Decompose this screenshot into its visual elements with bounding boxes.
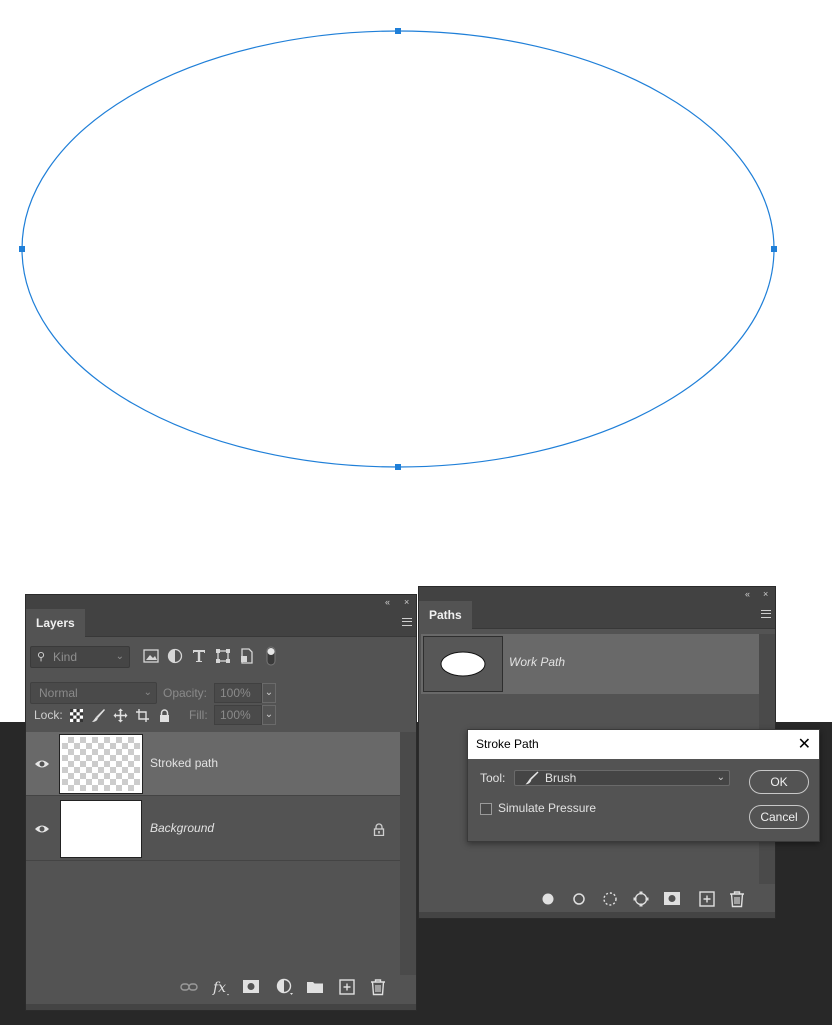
close-icon[interactable]: ✕ xyxy=(798,730,811,759)
lock-all-icon[interactable] xyxy=(157,708,172,723)
layer-filter-row: ⚲ Kind ⌄ xyxy=(26,638,416,674)
collapse-icon[interactable]: « xyxy=(745,588,750,600)
panel-resize-grip[interactable] xyxy=(419,912,775,918)
opacity-label: Opacity: xyxy=(163,686,208,700)
lock-position-icon[interactable] xyxy=(113,708,128,723)
layers-footer: fx xyxy=(176,978,396,998)
filter-toggle-icon[interactable] xyxy=(266,646,276,666)
collapse-icon[interactable]: « xyxy=(385,596,390,608)
tool-select[interactable]: Brush ⌄ xyxy=(514,770,730,786)
panel-menu-icon[interactable] xyxy=(402,618,412,626)
opacity-input[interactable]: 100% xyxy=(214,683,262,703)
chevron-down-icon: ⌄ xyxy=(143,687,152,698)
dialog-title: Stroke Path xyxy=(476,737,539,751)
layer-lock-icon[interactable] xyxy=(373,823,385,836)
kind-filter-select[interactable]: ⚲ Kind ⌄ xyxy=(30,646,130,668)
eye-icon[interactable] xyxy=(34,758,50,770)
path-thumbnail xyxy=(423,636,503,692)
path-name[interactable]: Work Path xyxy=(509,655,565,669)
stroke-path-dialog: Stroke Path ✕ Tool: Brush ⌄ Simulate Pre… xyxy=(467,729,820,842)
panel-menu-icon[interactable] xyxy=(761,610,771,618)
ok-button[interactable]: OK xyxy=(749,770,809,794)
layers-scrollbar[interactable] xyxy=(400,732,416,975)
layer-thumbnail xyxy=(59,734,143,794)
layer-row-background[interactable]: Background xyxy=(26,797,400,861)
panel-close-icon[interactable]: × xyxy=(763,588,768,600)
fill-label: Fill: xyxy=(189,708,208,722)
tab-paths[interactable]: Paths xyxy=(419,601,472,630)
tool-label: Tool: xyxy=(480,771,506,785)
lock-artboard-icon[interactable] xyxy=(135,708,150,723)
lock-image-icon[interactable] xyxy=(91,708,106,723)
layer-name[interactable]: Background xyxy=(150,821,214,835)
shape-filter-icon[interactable] xyxy=(215,648,231,664)
ellipse-work-path[interactable] xyxy=(21,30,775,468)
tool-value: Brush xyxy=(545,771,577,785)
layers-panel: « × Layers ⚲ Kind ⌄ Normal ⌄ Opacity: 10… xyxy=(25,594,417,1011)
path-thumbnail-ellipse xyxy=(440,651,486,677)
brush-icon xyxy=(525,771,539,785)
add-mask-icon[interactable] xyxy=(242,978,260,996)
lock-label: Lock: xyxy=(34,708,63,722)
lock-row: Lock: Fill: 100% ⌄ xyxy=(26,704,416,732)
fx-icon[interactable]: fx xyxy=(212,978,230,996)
stroke-path-icon[interactable] xyxy=(570,890,588,908)
layers-tabbar: Layers xyxy=(26,609,416,638)
type-filter-icon[interactable] xyxy=(191,648,207,664)
layer-thumbnail xyxy=(60,800,142,858)
dialog-titlebar: Stroke Path ✕ xyxy=(468,730,819,759)
delete-layer-icon[interactable] xyxy=(369,978,387,996)
fill-path-icon[interactable] xyxy=(539,890,557,908)
paths-panel-topbar: « × xyxy=(419,587,775,601)
cancel-button[interactable]: Cancel xyxy=(749,805,809,829)
fill-dropdown-icon[interactable]: ⌄ xyxy=(262,705,276,725)
blend-row: Normal ⌄ Opacity: 100% ⌄ xyxy=(26,674,416,704)
image-filter-icon[interactable] xyxy=(143,648,159,664)
simulate-pressure-label[interactable]: Simulate Pressure xyxy=(498,801,596,815)
panel-resize-grip[interactable] xyxy=(26,1004,416,1010)
adjustment-filter-icon[interactable] xyxy=(167,648,183,664)
anchor-point-right[interactable] xyxy=(771,246,777,252)
load-selection-icon[interactable] xyxy=(601,890,619,908)
new-path-icon[interactable] xyxy=(698,890,716,908)
simulate-pressure-checkbox[interactable] xyxy=(480,803,492,815)
anchor-point-top[interactable] xyxy=(395,28,401,34)
paths-tabbar: Paths xyxy=(419,601,775,630)
chevron-down-icon: ⌄ xyxy=(115,651,124,662)
make-work-path-icon[interactable] xyxy=(632,890,650,908)
tab-layers[interactable]: Layers xyxy=(26,609,85,638)
new-group-icon[interactable] xyxy=(306,978,324,996)
delete-path-icon[interactable] xyxy=(728,890,746,908)
kind-filter-label: Kind xyxy=(53,650,78,664)
smart-object-filter-icon[interactable] xyxy=(239,648,255,664)
document-canvas[interactable] xyxy=(0,0,832,560)
layers-panel-topbar: « × xyxy=(26,595,416,609)
layer-row-stroked-path[interactable]: Stroked path xyxy=(26,732,400,796)
new-adjustment-icon[interactable] xyxy=(276,978,294,996)
add-mask-icon[interactable] xyxy=(663,890,681,908)
opacity-dropdown-icon[interactable]: ⌄ xyxy=(262,683,276,703)
fill-input[interactable]: 100% xyxy=(214,705,262,725)
link-layers-icon[interactable] xyxy=(180,978,198,996)
chevron-down-icon: ⌄ xyxy=(716,772,725,783)
anchor-point-left[interactable] xyxy=(19,246,25,252)
new-layer-icon[interactable] xyxy=(338,978,356,996)
panel-close-icon[interactable]: × xyxy=(404,596,409,608)
eye-icon[interactable] xyxy=(34,823,50,835)
svg-text:fx: fx xyxy=(212,980,226,996)
anchor-point-bottom[interactable] xyxy=(395,464,401,470)
blend-mode-select[interactable]: Normal ⌄ xyxy=(30,682,157,704)
search-icon: ⚲ xyxy=(37,651,46,663)
layer-name[interactable]: Stroked path xyxy=(150,756,218,770)
path-row-work-path[interactable]: Work Path xyxy=(421,634,759,694)
blend-mode-value: Normal xyxy=(39,686,78,700)
paths-footer xyxy=(537,890,747,910)
lock-transparent-icon[interactable] xyxy=(69,708,84,723)
